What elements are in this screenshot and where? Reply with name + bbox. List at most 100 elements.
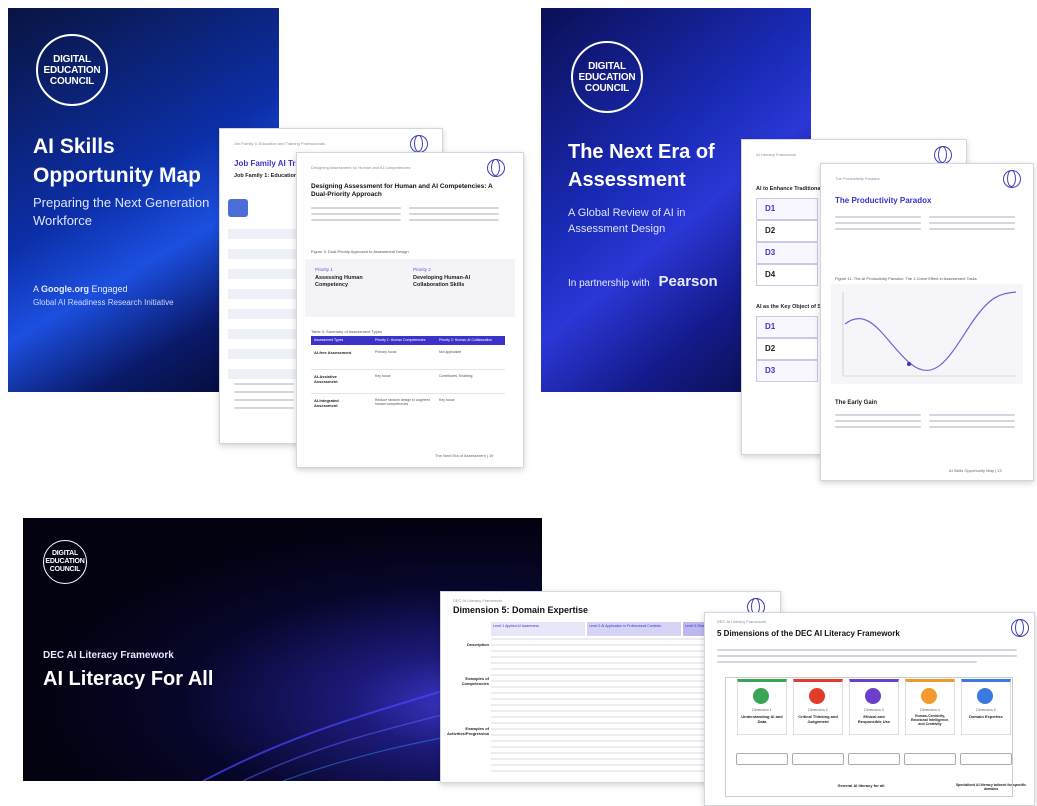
cover-subtitle: A Global Review of AI in Assessment Desig…	[568, 207, 686, 235]
table-caption: Table 4: Summary of Assessment Types	[311, 329, 383, 334]
globe-icon	[410, 135, 428, 153]
text-line	[835, 216, 921, 218]
doc1-front-page[interactable]: Designing Assessment for Human and AI Co…	[296, 152, 524, 468]
row-label: Examples of Activities/Progression	[447, 726, 490, 736]
list-item: D1	[756, 198, 818, 220]
text-line	[835, 228, 921, 230]
dimension-icon	[865, 688, 881, 704]
dimension-card: Dimension 3 Ethical and Responsible Use	[849, 679, 899, 735]
dimension-pill	[848, 753, 900, 765]
text-line	[409, 213, 499, 215]
dec-logo: DIGITAL EDUCATION COUNCIL	[43, 540, 87, 584]
text-line	[929, 228, 1015, 230]
table-cell: AI-Assistive Assessment	[314, 374, 338, 384]
text-line	[929, 426, 1015, 428]
dec-logo: DIGITAL EDUCATION COUNCIL	[36, 34, 108, 106]
text-line	[311, 219, 401, 221]
page-header: DEC AI Literacy Framework	[717, 619, 767, 624]
dimension-pill	[904, 753, 956, 765]
list-item: D4	[756, 264, 818, 286]
section-title: The Early Gain	[835, 400, 878, 406]
dimension-card: Dimension 5 Domain Expertise	[961, 679, 1011, 735]
dimension-icon	[921, 688, 937, 704]
dimension-pill	[736, 753, 788, 765]
text-line	[835, 222, 921, 224]
table-cell: Reduce random design to augment human co…	[375, 398, 430, 406]
table-cell: Contributes, Enabling	[439, 374, 473, 378]
cover-title: The Next Era of Assessment	[568, 141, 715, 191]
text-line	[835, 414, 921, 416]
table-cell: AI-Integrated Assessment	[314, 398, 339, 408]
text-line	[717, 661, 977, 663]
priority1-title: Assessing Human Competency	[315, 275, 363, 288]
table-header-cell: Assessment Types	[314, 338, 344, 342]
j-curve-figure	[831, 284, 1023, 384]
specialised-literacy-label: Specialised AI literacy tailored for spe…	[955, 783, 1027, 791]
dec-logo: DIGITAL EDUCATION COUNCIL	[571, 41, 643, 113]
cover-subtitle: Preparing the Next Generation Workforce	[33, 195, 210, 228]
table-cell: AI-free Assessment	[314, 350, 352, 355]
page-title: The Productivity Paradox	[835, 196, 932, 205]
row-label: Description	[466, 642, 489, 647]
table-cell: Not applicable	[439, 350, 462, 354]
text-line	[234, 391, 294, 393]
list-item: D2	[756, 338, 818, 360]
figure-block	[228, 229, 298, 379]
text-line	[835, 420, 921, 422]
cover-title: AI Skills Opportunity Map	[33, 135, 201, 187]
dimension-card: Dimension 1 Understanding AI and Data	[737, 679, 787, 735]
dimension-icon	[977, 688, 993, 704]
priority2-title: Developing Human-AI Collaboration Skills	[413, 275, 471, 288]
text-line	[234, 383, 294, 385]
table-row: AI-Assistive Assessment Key focus Contri…	[311, 371, 505, 393]
page-title: Job Family AI Tra	[234, 159, 300, 168]
text-line	[929, 216, 1015, 218]
cover-engaged-line: A Google.org Engaged	[33, 284, 128, 294]
page-subtitle: Job Family 1: Education	[234, 173, 298, 179]
page-footer: The Next Era of Assessment | 19	[435, 453, 494, 458]
page-header: Job Family 4: Education and Training Pro…	[234, 141, 325, 146]
text-line	[929, 420, 1015, 422]
list-item: D3	[756, 242, 818, 264]
row-divider	[311, 369, 505, 370]
cover-title: AI Literacy For All	[43, 668, 214, 690]
partnership-line: In partnership with Pearson	[568, 273, 718, 290]
col-header: Level 2 AI Application in Professional C…	[587, 622, 681, 636]
list-item: D3	[756, 360, 818, 382]
table-header-cell: Priority 1: Human Competencies	[375, 338, 426, 342]
globe-icon	[1003, 170, 1021, 188]
priority1-tag: Priority 1	[315, 267, 333, 272]
doc3-front-page[interactable]: DEC AI Literacy Framework 5 Dimensions o…	[704, 612, 1035, 806]
text-line	[929, 222, 1015, 224]
dimension-card: Dimension 2 Critical Thinking and Judgem…	[793, 679, 843, 735]
dimension-card: Dimension 4 Human-Centricity, Emotional …	[905, 679, 955, 735]
page-footer: AI Skills Opportunity Map | 13	[949, 468, 1002, 473]
text-line	[835, 426, 921, 428]
figure-thumbnail	[228, 199, 248, 217]
row-divider	[311, 393, 505, 394]
page-title: Designing Assessment for Human and AI Co…	[311, 183, 493, 198]
dimension-icon	[809, 688, 825, 704]
text-line	[311, 213, 401, 215]
priority-figure: Priority 1 Assessing Human Competency Pr…	[305, 259, 515, 317]
table-header-cell: Priority 2: Human-AI Collaboration	[439, 338, 493, 342]
table-cell: Key focus	[439, 398, 455, 402]
globe-icon	[487, 159, 505, 177]
section-title: AI as the Key Object of Stu	[756, 304, 827, 310]
text-line	[717, 655, 1017, 657]
general-literacy-label: General AI literacy for all	[837, 783, 885, 788]
cover-initiative: Global AI Readiness Research Initiative	[33, 298, 174, 307]
col-header: Level 1 Applied AI Awareness	[491, 622, 585, 636]
list-item: D1	[756, 316, 818, 338]
priority2-tag: Priority 2	[413, 267, 431, 272]
globe-icon	[1011, 619, 1029, 637]
table-row: AI-free Assessment Primary focus Not app…	[311, 347, 505, 369]
row-label: Examples of Competencies	[461, 676, 489, 686]
page-header: AI Literacy Framework	[756, 152, 797, 157]
table-header-row: Assessment Types Priority 1: Human Compe…	[311, 336, 505, 345]
page-header: The Productivity Paradox	[835, 176, 880, 181]
doc2-front-page[interactable]: The Productivity Paradox The Productivit…	[820, 163, 1034, 481]
table-cell: Key focus	[375, 374, 391, 378]
page-title: 5 Dimensions of the DEC AI Literacy Fram…	[717, 629, 900, 638]
figure-caption: Figure 11: The AI Productivity Paradox: …	[835, 276, 977, 281]
